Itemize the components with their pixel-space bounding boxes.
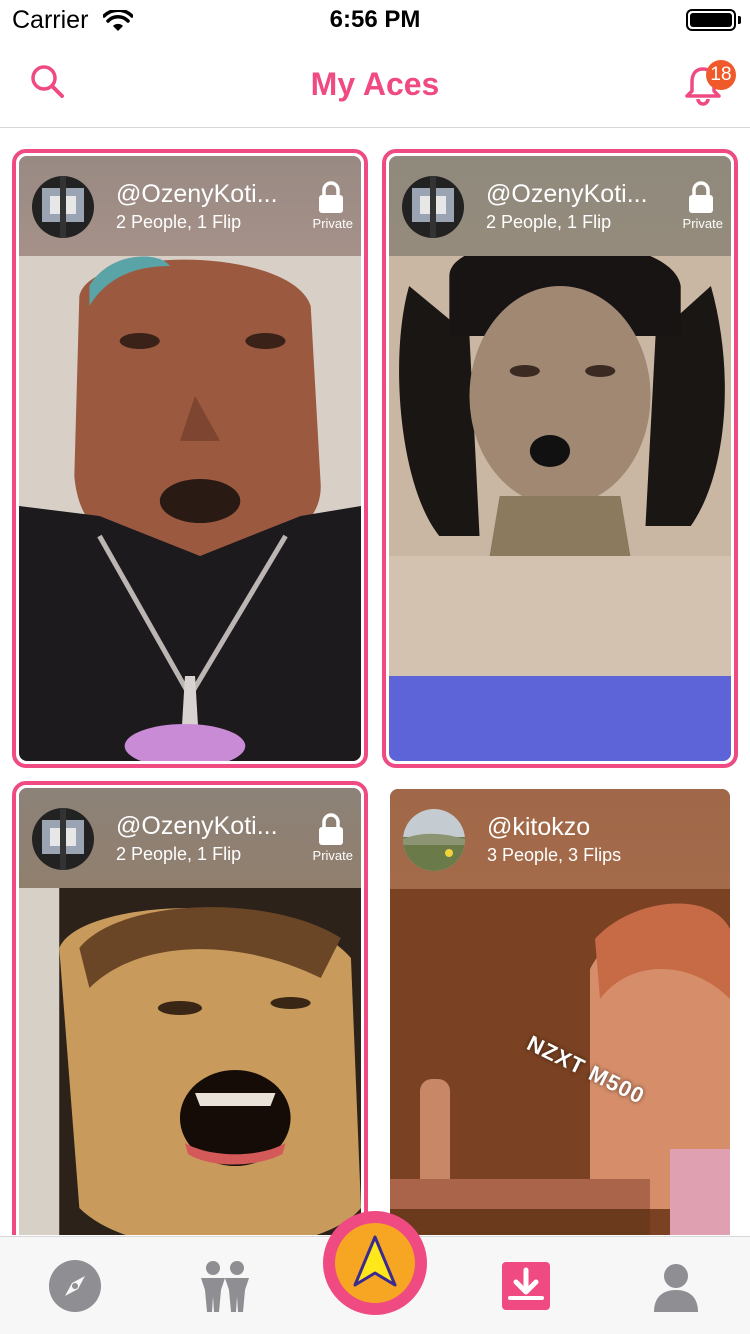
battery-icon — [686, 9, 736, 31]
privacy-label: Private — [312, 216, 353, 231]
status-time: 6:56 PM — [329, 6, 421, 33]
people-icon — [201, 1261, 249, 1312]
avatar[interactable] — [32, 176, 94, 238]
ace-meta: 2 People, 1 Flip — [486, 212, 612, 232]
ace-card[interactable]: @OzenyKoti... 2 People, 1 Flip Private — [12, 781, 368, 1235]
ace-owner-username[interactable]: @OzenyKoti... — [486, 180, 671, 209]
tab-explore[interactable] — [30, 1237, 120, 1334]
ace-owner-username[interactable]: @OzenyKoti... — [116, 180, 301, 209]
page-title: My Aces — [310, 66, 440, 102]
avatar[interactable] — [402, 176, 464, 238]
privacy-label: Private — [312, 848, 353, 863]
tab-bar — [0, 1211, 750, 1334]
ace-card-header: @OzenyKoti... 2 People, 1 Flip Private — [19, 788, 361, 888]
ace-card[interactable]: @OzenyKoti... 2 People, 1 Flip Private — [12, 149, 368, 768]
lock-icon — [319, 181, 343, 213]
ace-owner-username[interactable]: @OzenyKoti... — [116, 812, 301, 841]
avatar[interactable] — [403, 809, 465, 871]
ace-card[interactable]: @OzenyKoti... 2 People, 1 Flip Private — [382, 149, 738, 768]
ace-meta: 3 People, 3 Flips — [487, 845, 622, 865]
tab-inbox[interactable] — [480, 1237, 570, 1334]
ace-card[interactable]: @kitokzo 3 People, 3 Flips NZXT M500 — [390, 789, 730, 1235]
ace-card-header: @OzenyKoti... 2 People, 1 Flip Private — [19, 156, 361, 256]
ace-meta: 2 People, 1 Flip — [116, 844, 242, 864]
status-bar: Carrier 6:56 PM — [0, 0, 750, 40]
ace-card-header: @kitokzo 3 People, 3 Flips — [390, 789, 730, 889]
ace-card-header: @OzenyKoti... 2 People, 1 Flip Private — [389, 156, 731, 256]
lock-icon — [689, 181, 713, 213]
aces-grid: @OzenyKoti... 2 People, 1 Flip Private @… — [0, 129, 750, 1235]
ace-owner-username[interactable]: @kitokzo — [487, 813, 672, 842]
tab-profile[interactable] — [630, 1237, 720, 1334]
create-ace-button[interactable] — [323, 1211, 427, 1315]
privacy-label: Private — [682, 216, 723, 231]
compass-icon — [49, 1260, 101, 1312]
create-ace-icon — [353, 1235, 397, 1287]
lock-icon — [319, 813, 343, 845]
inbox-download-icon — [502, 1262, 550, 1310]
notification-badge: 18 — [706, 60, 736, 90]
ace-meta: 2 People, 1 Flip — [116, 212, 242, 232]
avatar[interactable] — [32, 808, 94, 870]
tab-friends[interactable] — [180, 1237, 270, 1334]
nav-bar: My Aces 18 — [0, 40, 750, 128]
profile-icon — [654, 1264, 698, 1312]
